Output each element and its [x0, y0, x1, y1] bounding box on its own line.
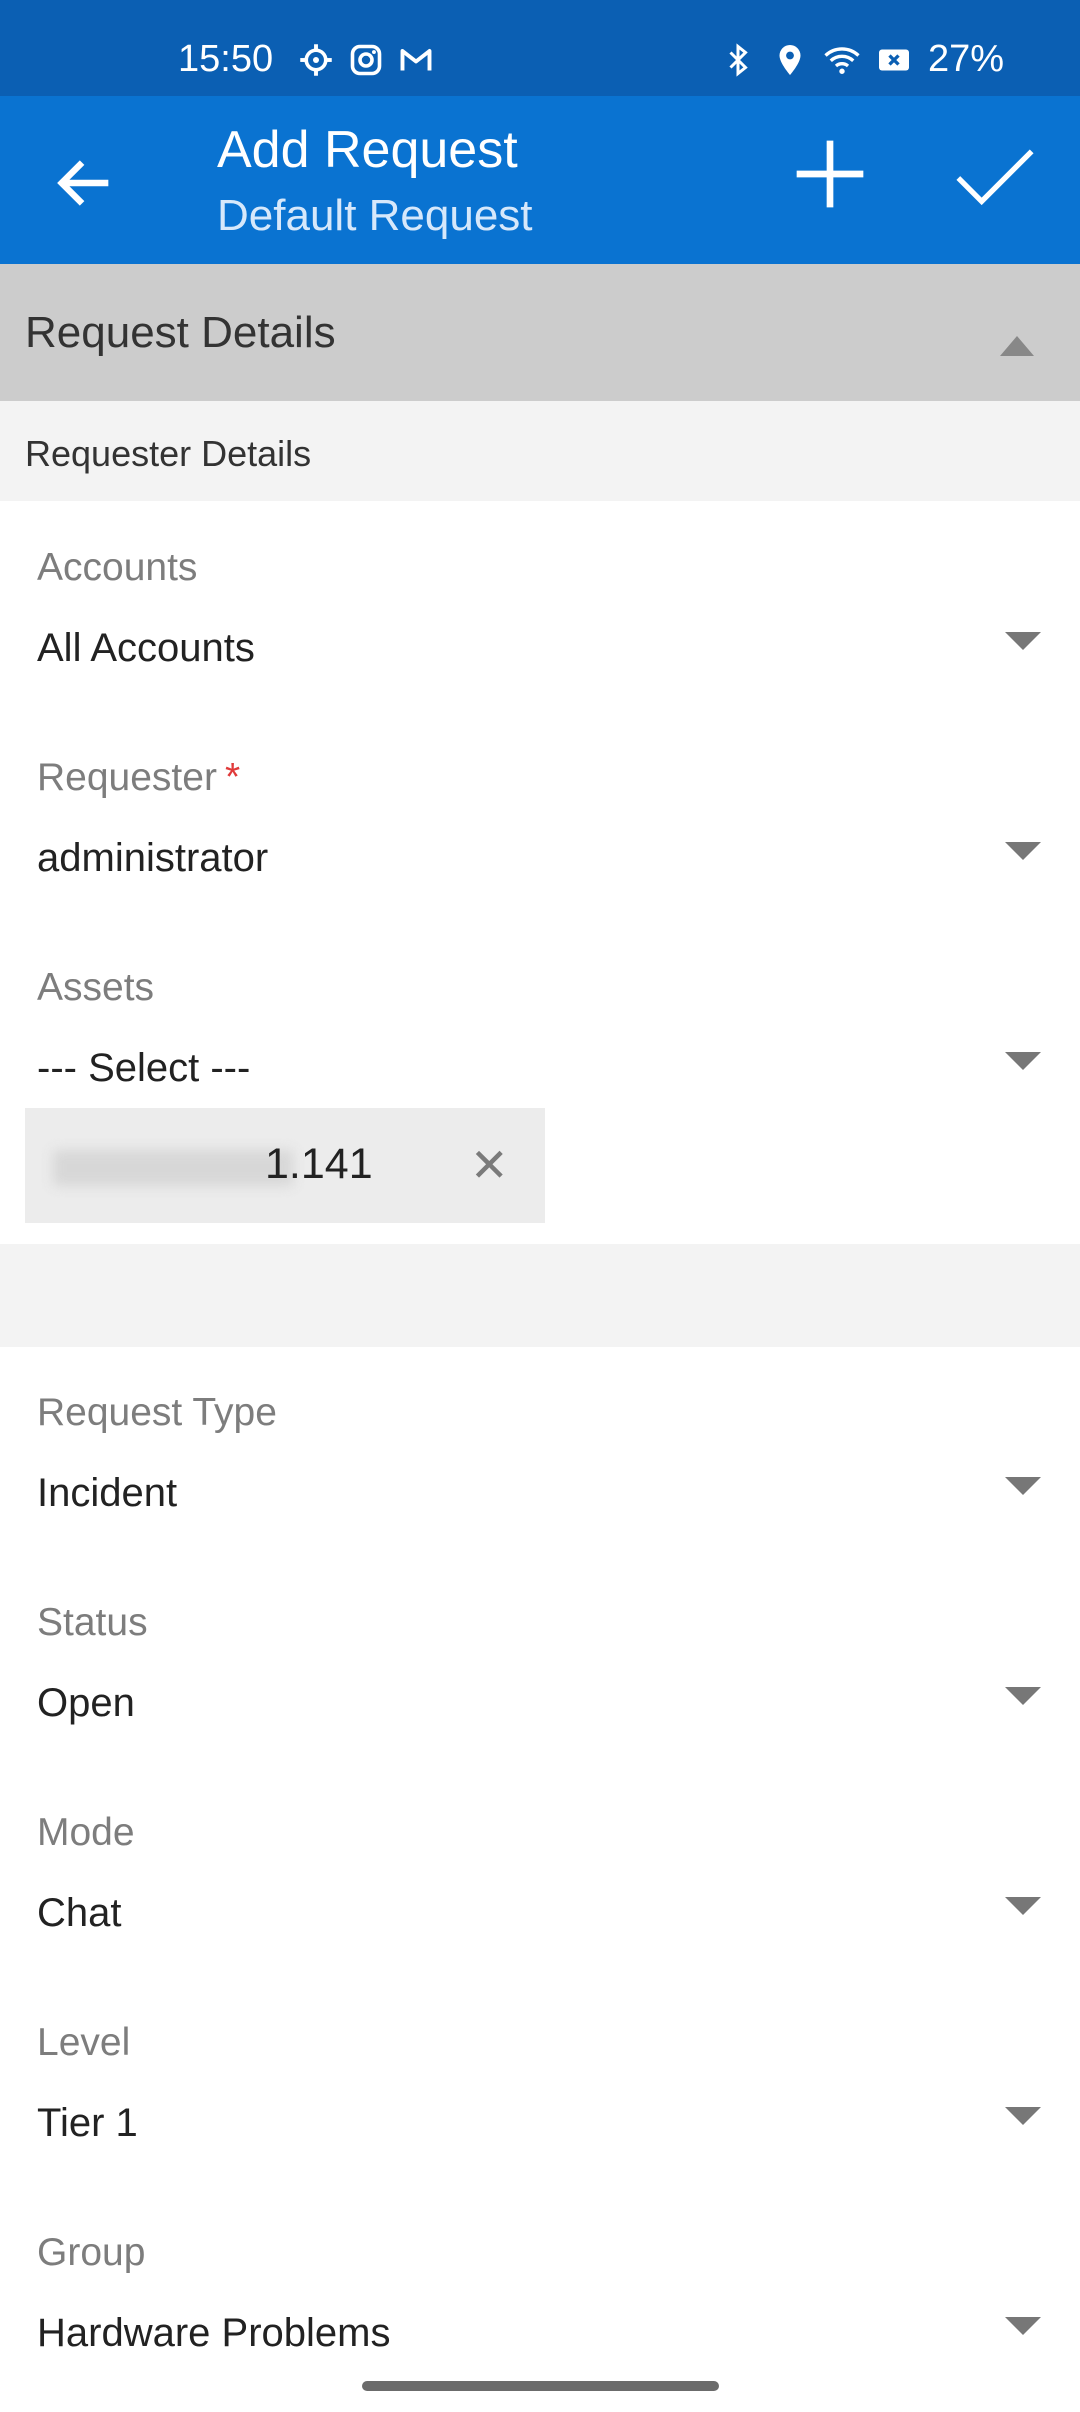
page-subtitle[interactable]: Default Request: [217, 191, 533, 241]
back-arrow-icon[interactable]: [50, 148, 120, 218]
field-value[interactable]: Chat: [37, 1891, 122, 1936]
requester-field[interactable]: Requester * administrator: [0, 756, 1080, 906]
settings-icon: [300, 44, 332, 76]
section-header-request-details[interactable]: Request Details: [0, 264, 1080, 401]
save-check-icon[interactable]: [955, 148, 1035, 208]
asset-chip-label: 1.141: [265, 1140, 373, 1188]
app-bar: Add Request Default Request: [0, 96, 1080, 264]
field-value[interactable]: --- Select ---: [37, 1046, 250, 1091]
asset-chip[interactable]: 1.141 ✕: [25, 1108, 545, 1223]
field-label: Accounts: [37, 546, 198, 589]
field-label: Assets: [37, 966, 155, 1009]
level-field[interactable]: Level Tier 1: [0, 2021, 1080, 2171]
field-label: Level: [37, 2021, 131, 2064]
instagram-icon: [350, 44, 382, 76]
remove-asset-icon[interactable]: ✕: [470, 1138, 509, 1192]
battery-level: 27%: [927, 38, 1004, 80]
subsection-header: Requester Details: [0, 401, 1080, 501]
field-value[interactable]: All Accounts: [37, 626, 255, 671]
field-value[interactable]: Hardware Problems: [37, 2311, 390, 2356]
field-value[interactable]: Tier 1: [37, 2101, 138, 2146]
field-value[interactable]: administrator: [37, 836, 268, 881]
field-value[interactable]: Open: [37, 1681, 135, 1726]
collapse-icon[interactable]: [1000, 336, 1034, 356]
dropdown-arrow-icon[interactable]: [1005, 842, 1041, 860]
field-label: Status: [37, 1601, 148, 1644]
gmail-icon: [400, 49, 432, 71]
add-icon[interactable]: [790, 134, 870, 214]
dropdown-arrow-icon[interactable]: [1005, 1687, 1041, 1705]
field-label: Mode: [37, 1811, 135, 1854]
status-time: 15:50: [178, 38, 274, 80]
notification-icons: [298, 40, 434, 80]
field-label: Request Type: [37, 1391, 277, 1434]
bluetooth-icon: [729, 42, 748, 77]
status-field[interactable]: Status Open: [0, 1601, 1080, 1751]
field-label-text: Requester: [37, 756, 217, 799]
location-icon: [779, 44, 801, 75]
wifi-icon: [824, 46, 860, 74]
group-field[interactable]: Group Hardware Problems: [0, 2231, 1080, 2381]
home-indicator[interactable]: [362, 2381, 719, 2391]
field-value[interactable]: Incident: [37, 1471, 177, 1516]
dropdown-arrow-icon[interactable]: [1005, 632, 1041, 650]
subsection-title: Requester Details: [25, 433, 312, 474]
dropdown-arrow-icon[interactable]: [1005, 1477, 1041, 1495]
field-label: Group: [37, 2231, 146, 2274]
status-bar: 15:50 27%: [0, 0, 1080, 96]
no-sim-icon: [878, 49, 909, 70]
request-type-field[interactable]: Request Type Incident: [0, 1391, 1080, 1541]
accounts-field[interactable]: Accounts All Accounts: [0, 546, 1080, 696]
blurred-text: [53, 1150, 293, 1186]
mode-field[interactable]: Mode Chat: [0, 1811, 1080, 1961]
dropdown-arrow-icon[interactable]: [1005, 2317, 1041, 2335]
page-title: Add Request: [217, 121, 518, 179]
divider-band: [0, 1244, 1080, 1347]
required-marker: *: [224, 756, 241, 799]
system-icons: 27%: [720, 38, 1004, 81]
dropdown-arrow-icon[interactable]: [1005, 1052, 1041, 1070]
dropdown-arrow-icon[interactable]: [1005, 1897, 1041, 1915]
section-title: Request Details: [25, 308, 336, 357]
assets-field[interactable]: Assets --- Select ---: [0, 966, 1080, 1116]
field-label: Requester *: [37, 756, 240, 800]
dropdown-arrow-icon[interactable]: [1005, 2107, 1041, 2125]
